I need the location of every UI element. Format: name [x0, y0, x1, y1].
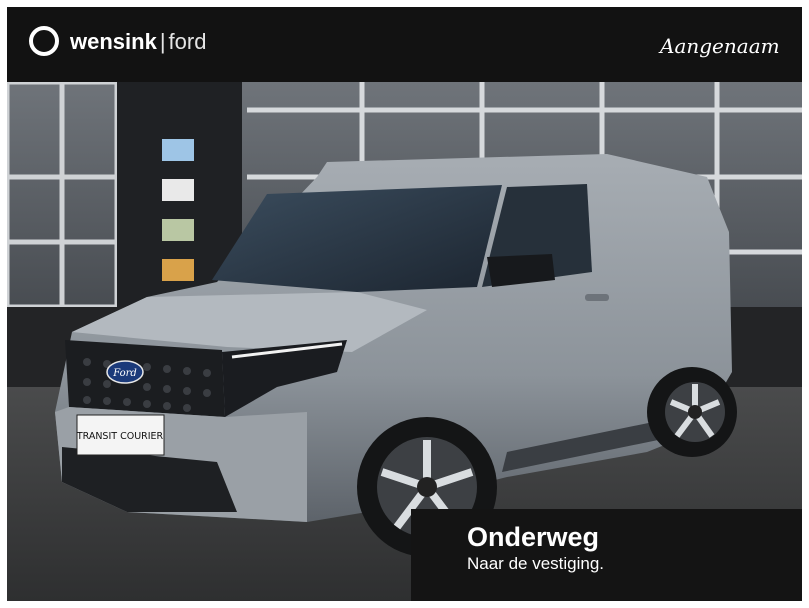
signature-logo: Aangenaam	[658, 34, 780, 58]
rear-hub	[688, 405, 702, 419]
status-badge: Onderweg Naar de vestiging.	[411, 509, 802, 601]
front-hub	[417, 477, 437, 497]
license-plate-text: TRANSIT COURIER	[76, 431, 164, 442]
dealer-logo: wensink | ford	[70, 29, 206, 55]
dealer-brand: wensink	[70, 29, 157, 54]
header-bar: wensink | ford Aangenaam	[7, 7, 802, 82]
ford-oval-text: Ford	[112, 368, 137, 379]
door-handle	[585, 294, 609, 301]
status-subtitle: Naar de vestiging.	[467, 554, 605, 573]
image-frame: Ford TRANSIT COURIER wensink | ford Aang…	[7, 7, 802, 601]
circle-ring-icon	[29, 26, 59, 56]
status-title: Onderweg	[467, 522, 600, 552]
dealer-sub-brand: ford	[168, 29, 207, 54]
logo-separator: |	[159, 29, 166, 54]
signature-text: Aangenaam	[658, 34, 780, 58]
